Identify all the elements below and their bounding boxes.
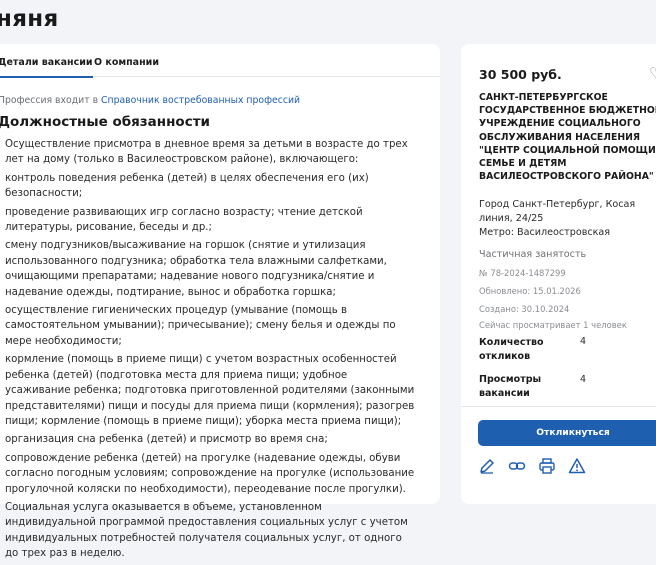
printer-icon[interactable] bbox=[538, 457, 556, 475]
employer-address: Город Санкт-Петербург, Косая линия, 24/2… bbox=[479, 199, 636, 224]
duty-paragraph: контроль поведения ребенка (детей) в цел… bbox=[5, 172, 369, 200]
duties-heading: Должностные обязанности bbox=[0, 114, 210, 130]
tab-bar: Детали вакансии О компании bbox=[0, 44, 440, 78]
responses-label: Количество откликов bbox=[479, 337, 544, 362]
respond-button[interactable]: Откликнуться bbox=[478, 420, 656, 446]
heart-icon[interactable]: ♡ bbox=[649, 64, 656, 82]
views-count: 4 bbox=[580, 374, 587, 385]
duty-paragraph: кормление (помощь в приеме пищи) с учето… bbox=[5, 354, 415, 427]
created-date: Создано: 30.10.2024 bbox=[479, 304, 570, 314]
duty-paragraph: смену подгузников/высаживание на горшок … bbox=[5, 240, 387, 298]
responses-count: 4 bbox=[580, 336, 587, 347]
current-viewers: Сейчас просматривает 1 человек bbox=[479, 320, 627, 330]
page-title: няня bbox=[0, 6, 59, 32]
tab-about-company[interactable]: О компании bbox=[94, 57, 159, 68]
duty-paragraph: осуществление гигиенических процедур (ум… bbox=[5, 305, 396, 347]
metro-station: Метро: Василеостровская bbox=[479, 227, 611, 238]
duty-paragraph: организация сна ребенка (детей) и присмо… bbox=[5, 434, 328, 446]
tab-vacancy-details[interactable]: Детали вакансии bbox=[0, 57, 93, 78]
pencil-icon[interactable] bbox=[478, 457, 496, 475]
profession-note: Профессия входит в Справочник востребова… bbox=[0, 95, 300, 106]
views-label: Просмотры вакансии bbox=[479, 374, 542, 399]
profession-prefix: Профессия входит в bbox=[0, 95, 102, 106]
divider bbox=[461, 406, 656, 407]
duty-paragraph: Осуществление присмотра в дневное время … bbox=[5, 139, 408, 166]
employer-name[interactable]: САНКТ-ПЕТЕРБУРГСКОЕ ГОСУДАРСТВЕННОЕ БЮДЖ… bbox=[479, 91, 656, 183]
employment-type: Частичная занятость bbox=[479, 249, 587, 260]
link-icon[interactable] bbox=[508, 457, 526, 475]
duty-paragraph: Социальная услуга оказывается в объеме, … bbox=[5, 501, 408, 560]
updated-date: Обновлено: 15.01.2026 bbox=[479, 286, 581, 296]
warning-icon[interactable] bbox=[568, 457, 586, 475]
vacancy-details-card: Детали вакансии О компании Профессия вхо… bbox=[0, 44, 440, 559]
vacancy-number: № 78-2024-1487299 bbox=[479, 268, 566, 278]
salary: 30 500 руб. bbox=[479, 67, 562, 82]
duty-paragraph: сопровождение ребенка (детей) на прогулк… bbox=[5, 452, 415, 495]
duty-paragraph: проведение развивающих игр согласно возр… bbox=[5, 206, 363, 234]
profession-directory-link[interactable]: Справочник востребованных профессий bbox=[101, 95, 300, 106]
duties-text: Осуществление присмотра в дневное время … bbox=[5, 137, 415, 565]
vacancy-summary-card: 30 500 руб. ♡ САНКТ-ПЕТЕРБУРГСКОЕ ГОСУДА… bbox=[461, 44, 656, 504]
